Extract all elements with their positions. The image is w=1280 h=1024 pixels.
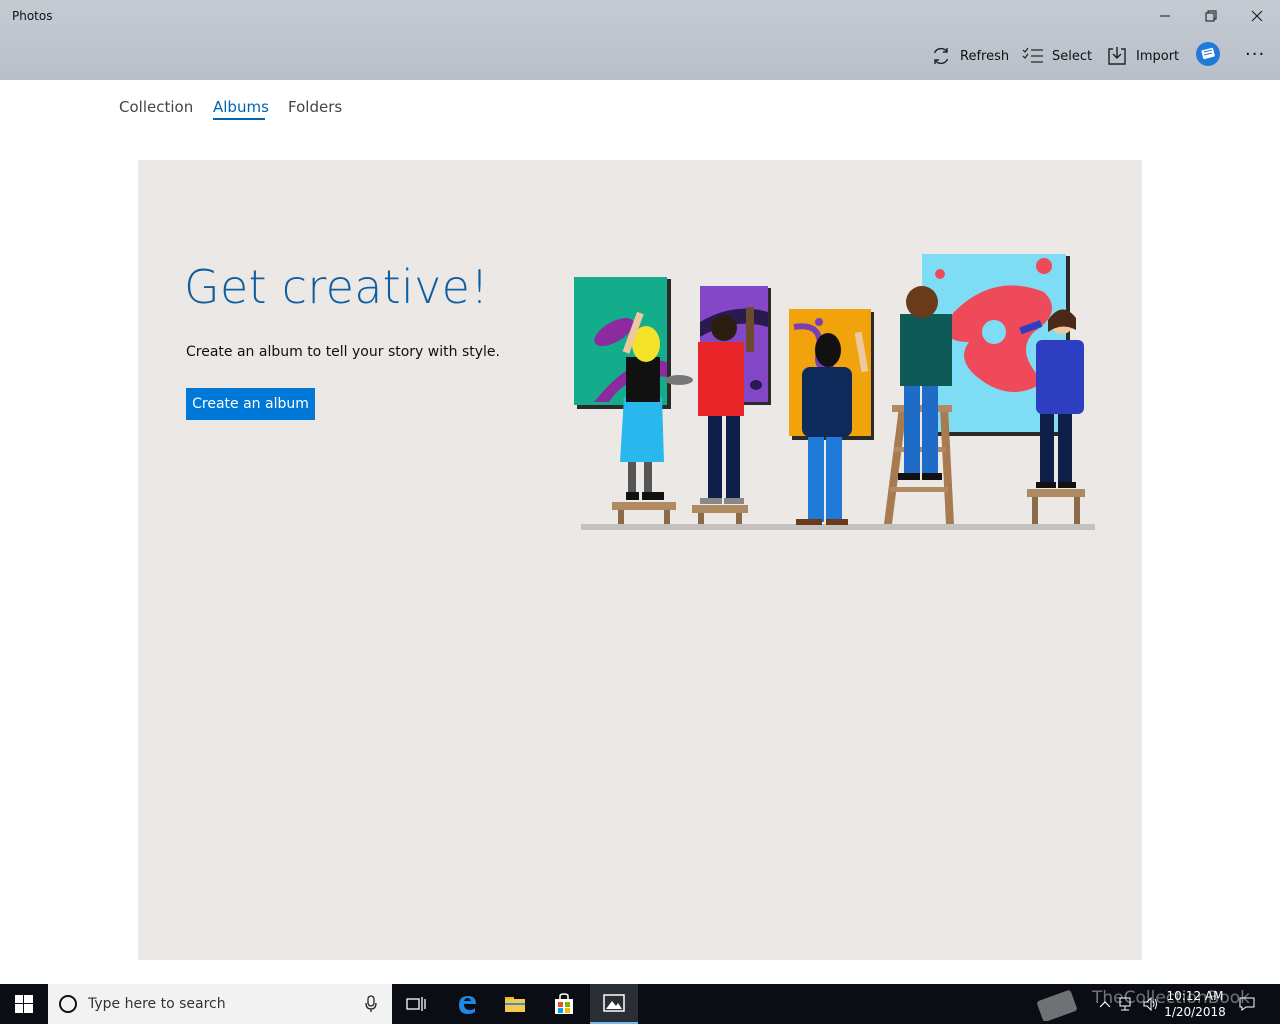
restore-button[interactable] [1188, 0, 1234, 32]
select-button[interactable]: Select [1022, 42, 1092, 70]
story-remix-icon [1195, 41, 1221, 71]
minimize-button[interactable] [1142, 0, 1188, 32]
clock-time: 10:12 AM [1166, 989, 1224, 1003]
file-explorer-icon [505, 997, 525, 1012]
refresh-icon [930, 45, 952, 67]
tab-folders[interactable]: Folders [288, 98, 342, 116]
empty-albums-hero: Get creative! Create an album to tell yo… [138, 160, 1142, 960]
taskbar: Type here to search TheCollectionBook 10… [0, 984, 1280, 1024]
store-button[interactable] [540, 984, 588, 1024]
chevron-up-icon [1099, 1001, 1111, 1008]
task-view-button[interactable] [392, 984, 440, 1024]
file-explorer-button[interactable] [491, 984, 539, 1024]
restore-icon [1205, 10, 1217, 22]
select-label: Select [1052, 48, 1093, 64]
network-button[interactable] [1116, 984, 1138, 1024]
create-album-button[interactable]: Create an album [186, 388, 315, 420]
title-bar: Photos Refresh Select Import ··· [0, 0, 1280, 80]
more-button[interactable]: ··· [1245, 40, 1265, 68]
refresh-label: Refresh [960, 48, 1010, 64]
edge-icon [459, 996, 476, 1014]
edge-button[interactable] [443, 984, 491, 1024]
hero-subtitle: Create an album to tell your story with … [186, 344, 500, 360]
photos-taskbar-button[interactable] [590, 984, 638, 1024]
import-label: Import [1136, 48, 1180, 64]
photos-icon [603, 994, 625, 1012]
system-clock[interactable]: 10:12 AM 1/20/2018 [1160, 988, 1230, 1020]
artists-painting-illustration [574, 254, 1095, 530]
import-button[interactable]: Import [1106, 42, 1179, 70]
close-button[interactable] [1234, 0, 1280, 32]
tab-active-indicator [213, 118, 265, 120]
taskbar-search-box[interactable]: Type here to search [48, 984, 392, 1024]
volume-icon [1143, 997, 1157, 1011]
task-view-icon [406, 997, 426, 1011]
more-icon: ··· [1245, 43, 1266, 65]
action-center-button[interactable] [1234, 984, 1260, 1024]
store-icon [555, 993, 573, 1014]
tab-collection[interactable]: Collection [119, 98, 193, 116]
hero-title: Get creative! [184, 260, 489, 314]
cortana-icon [59, 995, 77, 1013]
microphone-icon[interactable] [364, 995, 378, 1017]
windows-logo-icon [15, 995, 33, 1013]
close-icon [1251, 10, 1263, 22]
action-center-icon [1239, 997, 1255, 1011]
story-remix-button[interactable] [1195, 42, 1221, 70]
volume-button[interactable] [1140, 984, 1162, 1024]
tab-albums[interactable]: Albums [213, 98, 269, 116]
import-icon [1106, 45, 1128, 67]
clock-date: 1/20/2018 [1164, 1005, 1226, 1019]
minimize-icon [1160, 15, 1170, 17]
network-icon [1119, 997, 1131, 1011]
app-title: Photos [12, 9, 53, 23]
search-placeholder: Type here to search [88, 996, 226, 1012]
start-button[interactable] [0, 984, 48, 1024]
show-hidden-icons-button[interactable] [1094, 984, 1116, 1024]
select-icon [1022, 45, 1044, 67]
watermark-logo-icon [1030, 984, 1084, 1024]
refresh-button[interactable]: Refresh [930, 42, 1009, 70]
